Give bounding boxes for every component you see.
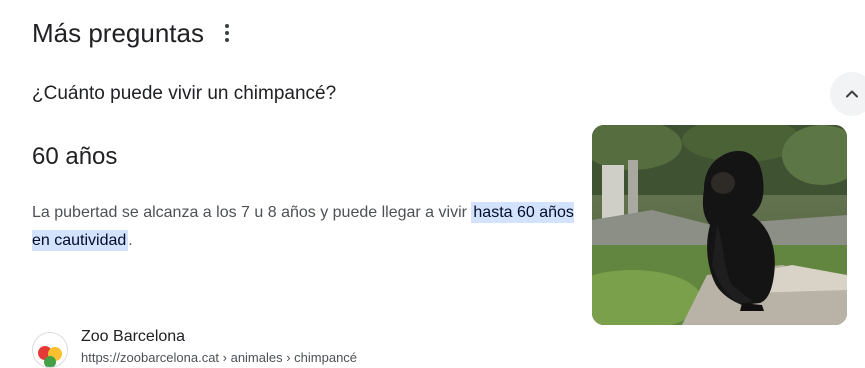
section-title: Más preguntas — [32, 17, 204, 48]
zoo-barcelona-logo — [32, 332, 68, 368]
answer-snippet: La pubertad se alcanza a los 7 u 8 años … — [32, 199, 577, 255]
source-name: Zoo Barcelona — [81, 328, 186, 345]
section-header: Más preguntas — [32, 16, 234, 50]
source-link[interactable]: Zoo Barcelona https://zoobarcelona.cat ›… — [32, 326, 592, 368]
collapse-button[interactable] — [830, 72, 865, 116]
source-url: https://zoobarcelona.cat › animales › ch… — [81, 350, 358, 365]
more-vert-icon — [224, 24, 229, 28]
chevron-up-icon — [846, 90, 858, 98]
chimpanzee-photo[interactable] — [592, 125, 847, 325]
answer-title: 60 años — [32, 143, 118, 170]
people-also-ask-panel: { "header": { "title": "Más preguntas", … — [0, 0, 865, 368]
answer-text: La pubertad se alcanza a los 7 u 8 años … — [32, 204, 472, 221]
question-accordion-header[interactable]: ¿Cuánto puede vivir un chimpancé? — [0, 72, 865, 116]
photo-illustration — [592, 125, 847, 325]
question-text: ¿Cuánto puede vivir un chimpancé? — [32, 83, 337, 104]
more-options-button[interactable] — [220, 23, 234, 43]
answer-text-end: . — [128, 232, 133, 249]
